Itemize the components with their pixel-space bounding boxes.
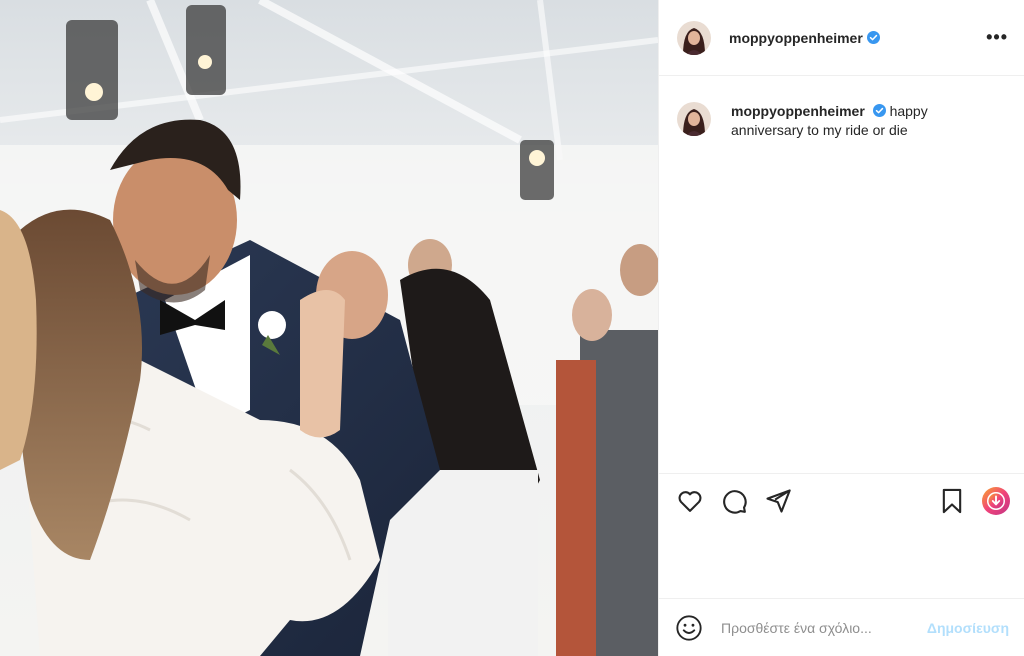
post-side-panel: moppyoppenheimer ••• moppyoppenheimer ha… (658, 0, 1024, 656)
comment-input[interactable] (719, 618, 927, 637)
comment-button[interactable] (719, 486, 749, 516)
post-photo[interactable] (0, 0, 658, 656)
download-button[interactable] (981, 486, 1011, 516)
save-button[interactable] (937, 486, 967, 516)
paper-plane-icon (766, 489, 791, 513)
wedding-dance-photo (0, 0, 658, 656)
avatar[interactable] (677, 20, 711, 55)
avatar-image (677, 102, 711, 136)
download-badge-icon (982, 487, 1010, 515)
post-actions-bar (659, 473, 1024, 528)
like-button[interactable] (675, 486, 705, 516)
post-comment-button[interactable]: Δημοσίευση (927, 620, 1009, 636)
username-link[interactable]: moppyoppenheimer (729, 30, 863, 46)
caption-row: moppyoppenheimer happy anniversary to my… (659, 76, 1024, 140)
avatar-image (677, 20, 711, 55)
ellipsis-icon[interactable]: ••• (986, 27, 1008, 48)
caption-avatar[interactable] (677, 102, 711, 136)
verified-badge-icon (866, 31, 880, 44)
verified-badge-icon (872, 104, 886, 117)
share-button[interactable] (763, 486, 793, 516)
instagram-post-modal: moppyoppenheimer ••• moppyoppenheimer ha… (0, 0, 1024, 656)
comment-bubble-icon (723, 490, 747, 514)
caption-text-block: moppyoppenheimer happy anniversary to my… (731, 102, 991, 140)
add-comment-bar: Δημοσίευση (659, 598, 1024, 656)
post-header: moppyoppenheimer ••• (659, 0, 1024, 76)
caption-username-link[interactable]: moppyoppenheimer (731, 103, 865, 119)
bookmark-icon (942, 488, 962, 514)
heart-icon (678, 491, 702, 512)
smiley-icon[interactable] (675, 614, 703, 642)
